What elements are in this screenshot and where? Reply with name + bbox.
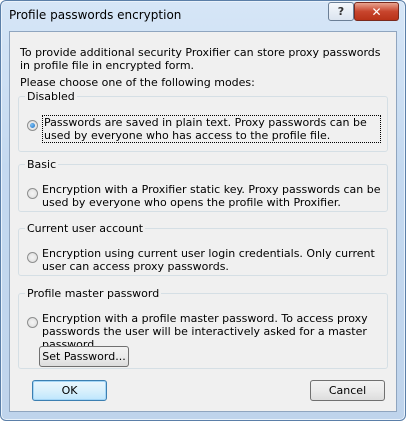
option-label: Encryption using current user login cred… — [42, 247, 375, 273]
dialog-window: Profile passwords encryption ? ✕ To prov… — [0, 0, 406, 421]
set-password-button[interactable]: Set Password... — [39, 346, 129, 367]
radio-button[interactable] — [27, 317, 38, 328]
help-button[interactable]: ? — [328, 2, 354, 21]
group-legend: Basic — [27, 158, 57, 171]
group-legend: Profile master password — [27, 287, 160, 300]
group-legend: Disabled — [27, 90, 75, 103]
title-bar[interactable]: Profile passwords encryption ? ✕ — [1, 1, 405, 29]
intro-text: To provide additional security Proxifier… — [20, 46, 381, 72]
choose-prompt: Please choose one of the following modes… — [20, 76, 255, 89]
group-master-password: Profile master password Encryption with … — [18, 287, 388, 369]
radio-option-disabled[interactable]: Passwords are saved in plain text. Proxy… — [27, 115, 381, 143]
close-button[interactable]: ✕ — [354, 2, 399, 21]
window-title: Profile passwords encryption — [9, 8, 182, 22]
radio-option-basic[interactable]: Encryption with a Proxifier static key. … — [27, 183, 381, 209]
option-label: Passwords are saved in plain text. Proxy… — [42, 115, 381, 143]
radio-button[interactable] — [27, 252, 38, 263]
group-disabled: Disabled Passwords are saved in plain te… — [18, 90, 388, 152]
group-legend: Current user account — [27, 222, 144, 235]
group-basic: Basic Encryption with a Proxifier static… — [18, 158, 388, 212]
radio-button[interactable] — [27, 188, 38, 199]
help-icon: ? — [337, 5, 345, 18]
radio-option-current-user[interactable]: Encryption using current user login cred… — [27, 247, 381, 273]
option-label: Encryption with a Proxifier static key. … — [42, 183, 381, 209]
close-icon: ✕ — [371, 4, 382, 19]
dialog-body: To provide additional security Proxifier… — [9, 31, 397, 412]
ok-button[interactable]: OK — [32, 380, 107, 401]
cancel-button[interactable]: Cancel — [310, 380, 385, 401]
radio-button-selected[interactable] — [27, 120, 38, 131]
group-current-user: Current user account Encryption using cu… — [18, 222, 388, 276]
